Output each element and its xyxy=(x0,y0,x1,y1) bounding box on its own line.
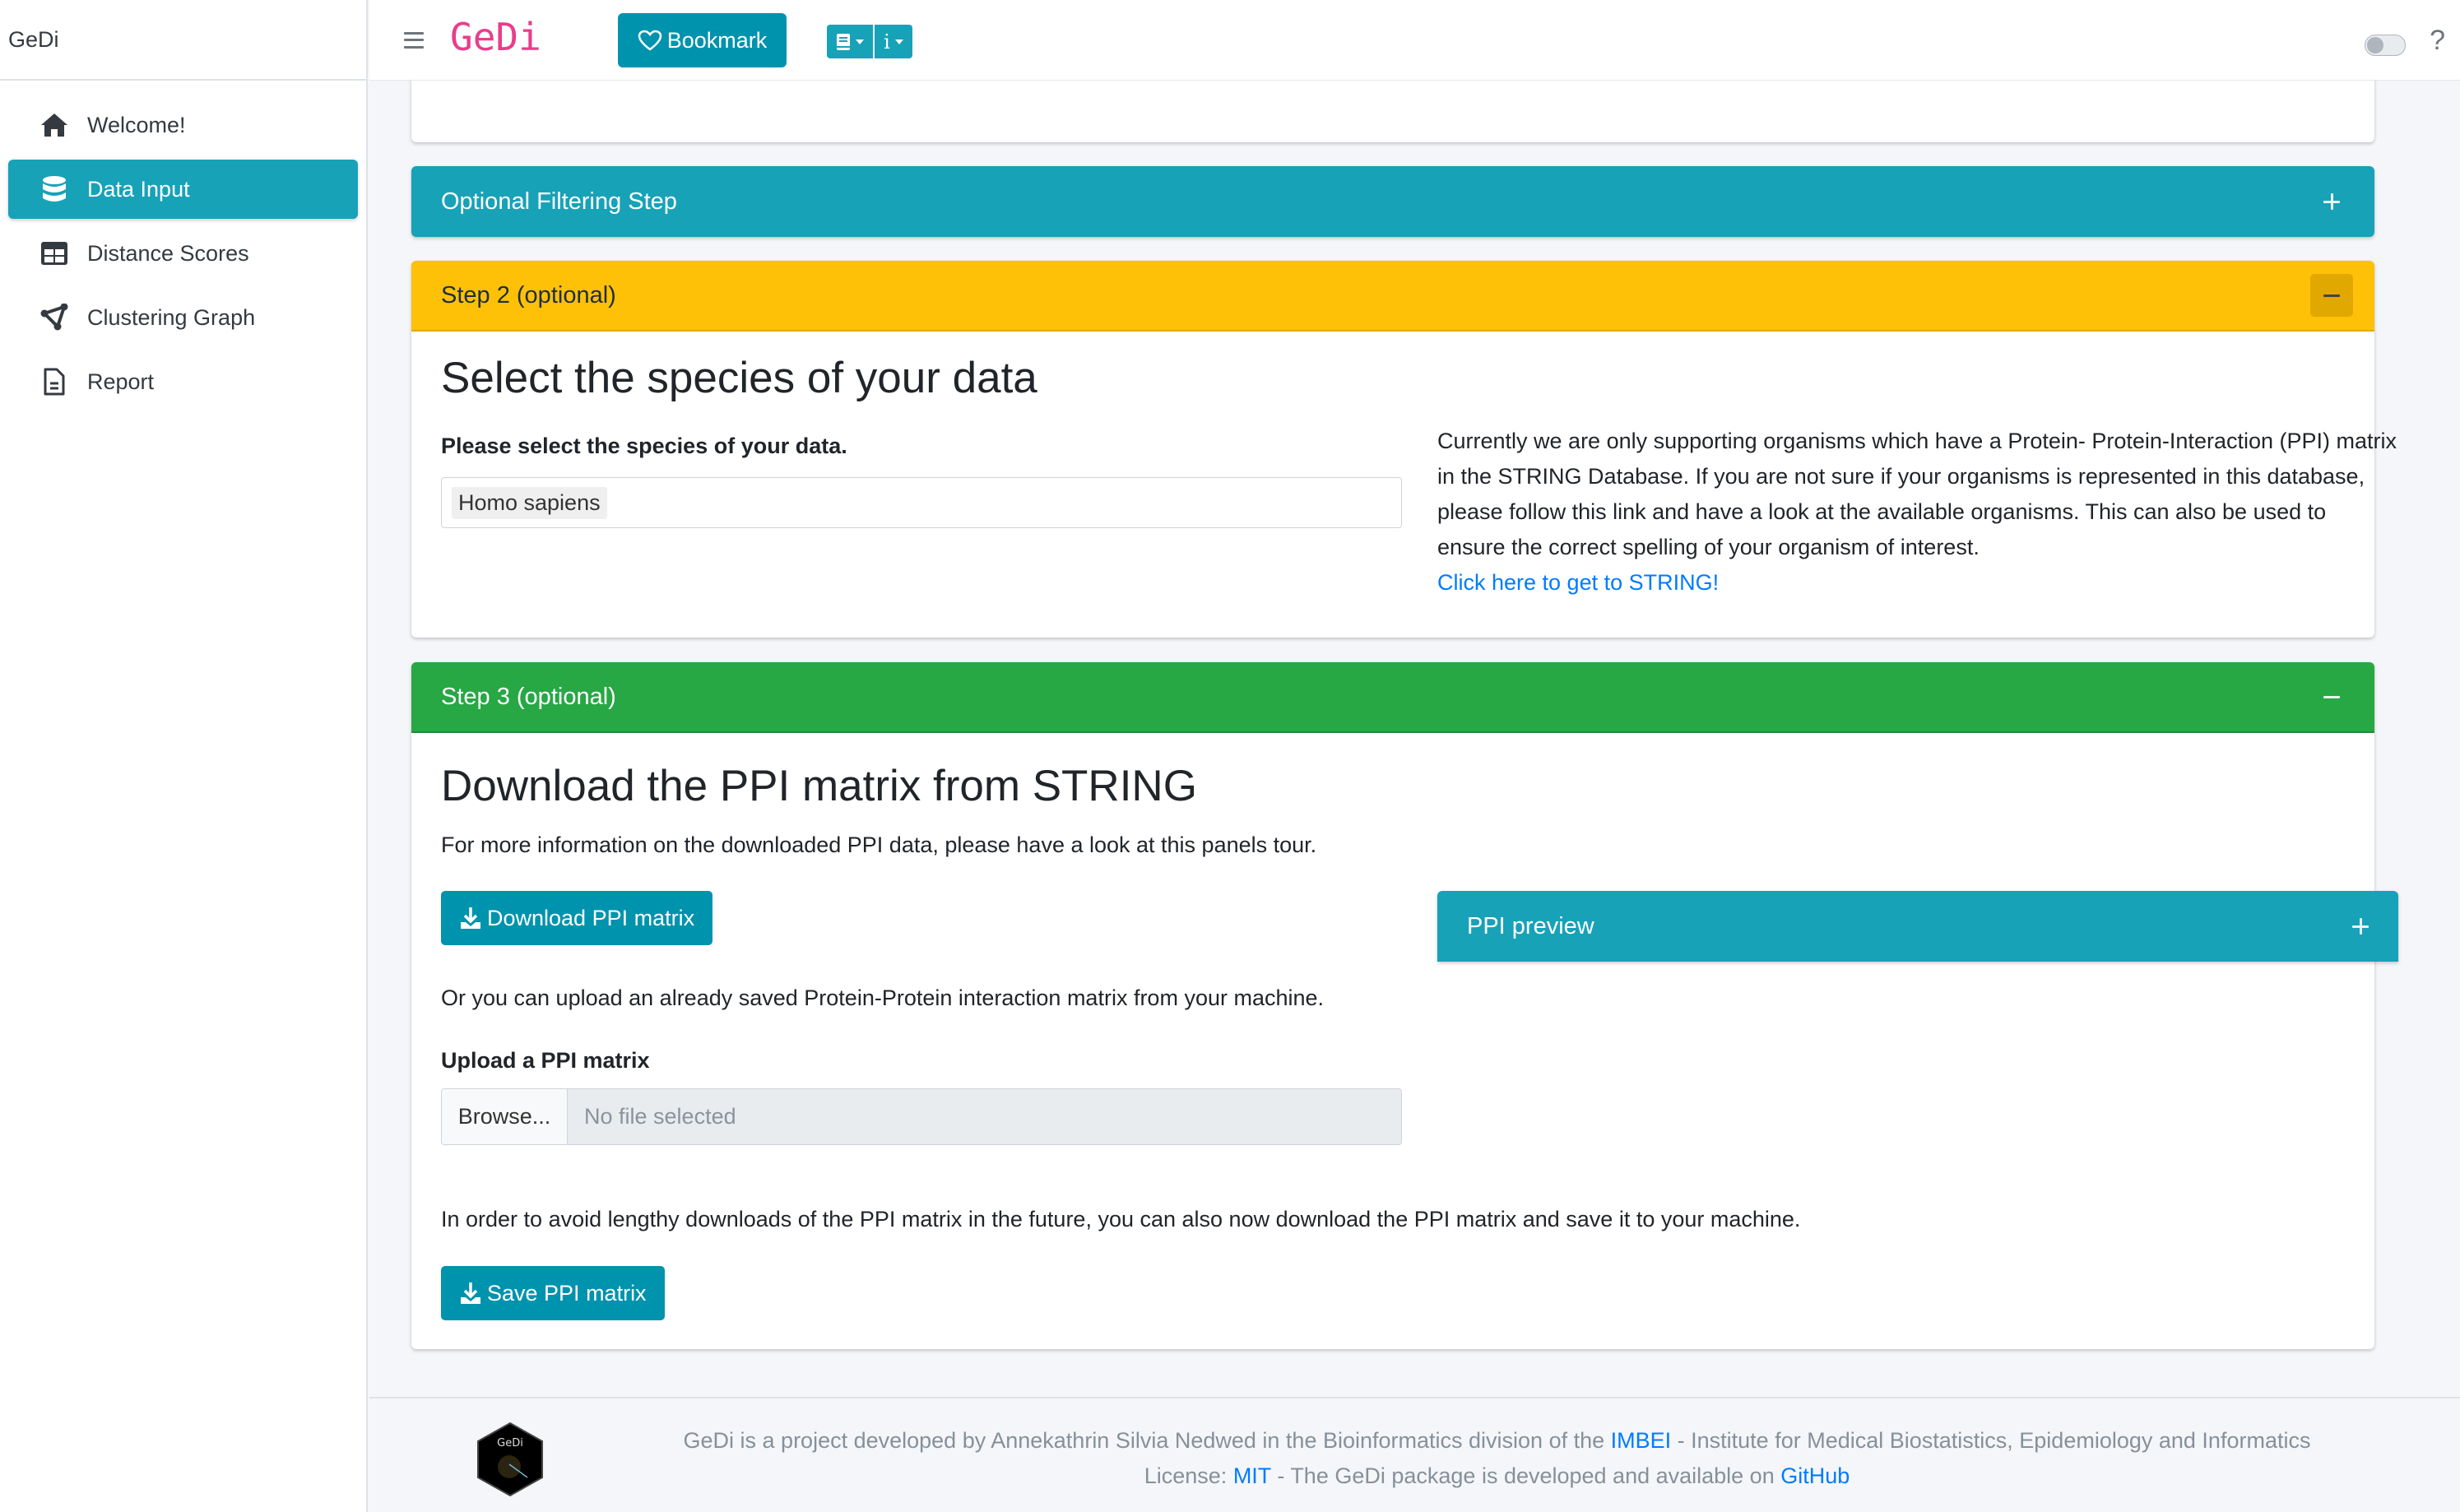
docs-dropdown[interactable] xyxy=(827,25,873,58)
sidebar-item-label: Distance Scores xyxy=(87,240,249,266)
filtering-card-header[interactable]: Optional Filtering Step xyxy=(411,166,2374,237)
home-icon xyxy=(38,109,71,141)
download-ppi-button[interactable]: Download PPI matrix xyxy=(441,891,713,945)
menu-toggle-icon[interactable] xyxy=(404,31,424,49)
gedi-logo: GeDi xyxy=(477,1422,543,1497)
ppi-file-input[interactable]: Browse... No file selected xyxy=(441,1088,1402,1145)
plus-icon[interactable] xyxy=(2352,918,2369,935)
main-content: Optional Filtering Step Step 2 (optional… xyxy=(369,0,2460,1512)
app-title: GeDi xyxy=(450,14,541,59)
step2-card-title: Step 2 (optional) xyxy=(441,281,616,308)
ppi-preview-title: PPI preview xyxy=(1467,912,1594,939)
upload-label: Upload a PPI matrix xyxy=(441,1048,650,1073)
step3-card-body: Download the PPI matrix from STRING For … xyxy=(411,733,2398,1349)
bookmark-label: Bookmark xyxy=(666,27,768,53)
footer-text: GeDi is a project developed by Annekathr… xyxy=(567,1423,2427,1494)
footer-line-2: License: MIT - The GeDi package is devel… xyxy=(567,1459,2427,1494)
minus-icon xyxy=(2323,695,2340,698)
footer-text-part: License: xyxy=(1144,1463,1233,1488)
imbei-link[interactable]: IMBEI xyxy=(1611,1428,1672,1453)
footer-text-part: GeDi is a project developed by Annekathr… xyxy=(683,1428,1611,1453)
expand-button[interactable] xyxy=(2310,180,2353,223)
save-ppi-label: Save PPI matrix xyxy=(487,1280,647,1306)
filtering-card-title: Optional Filtering Step xyxy=(441,188,677,215)
caret-down-icon xyxy=(894,39,903,44)
sidebar: GeDi Welcome! Data Input Distance Scores… xyxy=(0,0,368,1512)
step2-card-header: Step 2 (optional) xyxy=(411,261,2374,332)
species-info: Currently we are only supporting organis… xyxy=(1437,424,2400,601)
file-name-field[interactable]: No file selected xyxy=(568,1089,1401,1144)
sidebar-brand[interactable]: GeDi xyxy=(0,0,366,81)
logo-text: GeDi xyxy=(497,1437,523,1449)
minus-icon xyxy=(2323,294,2340,297)
bookmark-button[interactable]: Bookmark xyxy=(618,13,787,67)
info-icon: i xyxy=(884,30,890,53)
toggle-knob xyxy=(2367,37,2383,53)
database-icon xyxy=(38,173,71,206)
collapse-button[interactable] xyxy=(2310,274,2353,317)
top-navbar: GeDi Bookmark i ? xyxy=(369,0,2460,81)
browse-button[interactable]: Browse... xyxy=(442,1089,568,1144)
step3-card-title: Step 3 (optional) xyxy=(441,683,616,710)
step3-card-header: Step 3 (optional) xyxy=(411,662,2374,733)
footer-text-part: - The GeDi package is developed and avai… xyxy=(1270,1463,1781,1488)
download-icon xyxy=(461,907,480,929)
info-dropdown[interactable]: i xyxy=(875,25,912,58)
species-label: Please select the species of your data. xyxy=(441,434,847,458)
collapse-button[interactable] xyxy=(2310,675,2353,718)
book-icon xyxy=(837,33,850,50)
sidebar-nav: Welcome! Data Input Distance Scores Clus… xyxy=(0,81,366,424)
step3-card: Step 3 (optional) Download the PPI matri… xyxy=(411,662,2398,1349)
sidebar-item-label: Data Input xyxy=(87,176,190,202)
section-title: Download the PPI matrix from STRING xyxy=(441,762,1197,810)
download-icon xyxy=(461,1282,480,1304)
step2-card: Step 2 (optional) Select the species of … xyxy=(411,261,2397,638)
sidebar-item-distance-scores[interactable]: Distance Scores xyxy=(8,224,358,283)
footer-line-1: GeDi is a project developed by Annekathr… xyxy=(567,1423,2427,1459)
species-chip[interactable]: Homo sapiens xyxy=(452,486,607,519)
download-ppi-label: Download PPI matrix xyxy=(487,905,695,930)
string-link[interactable]: Click here to get to STRING! xyxy=(1437,570,1719,595)
sidebar-item-label: Clustering Graph xyxy=(87,304,256,330)
help-icon[interactable]: ? xyxy=(2430,25,2445,57)
theme-toggle[interactable] xyxy=(2365,35,2406,56)
ppi-preview-card[interactable]: PPI preview xyxy=(1437,891,2398,962)
mit-license-link[interactable]: MIT xyxy=(1233,1463,1271,1488)
footer: GeDi GeDi is a project developed by Anne… xyxy=(369,1397,2460,1512)
species-select[interactable]: Homo sapiens xyxy=(441,477,1402,528)
sidebar-item-report[interactable]: Report xyxy=(8,352,358,411)
sidebar-item-welcome[interactable]: Welcome! xyxy=(8,95,358,155)
sidebar-item-label: Welcome! xyxy=(87,112,186,137)
graph-icon xyxy=(38,301,71,334)
sidebar-item-data-input[interactable]: Data Input xyxy=(8,160,358,219)
step2-card-body: Select the species of your data Please s… xyxy=(411,332,2397,638)
github-link[interactable]: GitHub xyxy=(1780,1463,1850,1488)
footer-text-part: - Institute for Medical Biostatistics, E… xyxy=(1671,1428,2311,1453)
table-icon xyxy=(38,237,71,270)
filtering-card: Optional Filtering Step xyxy=(411,166,2374,237)
plus-icon xyxy=(2323,193,2340,210)
save-ppi-button[interactable]: Save PPI matrix xyxy=(441,1266,665,1320)
sidebar-item-clustering-graph[interactable]: Clustering Graph xyxy=(8,288,358,347)
upload-info-text: Or you can upload an already saved Prote… xyxy=(441,986,1325,1010)
sidebar-item-label: Report xyxy=(87,369,155,394)
section-title: Select the species of your data xyxy=(441,354,1037,402)
species-info-text: Currently we are only supporting organis… xyxy=(1437,429,2397,559)
header-dropdowns: i xyxy=(827,25,912,58)
file-icon xyxy=(38,365,71,398)
caret-down-icon xyxy=(856,39,864,44)
heart-icon xyxy=(638,30,661,51)
save-info-text: In order to avoid lengthy downloads of t… xyxy=(441,1207,1801,1231)
ppi-info-text: For more information on the downloaded P… xyxy=(441,833,1317,857)
